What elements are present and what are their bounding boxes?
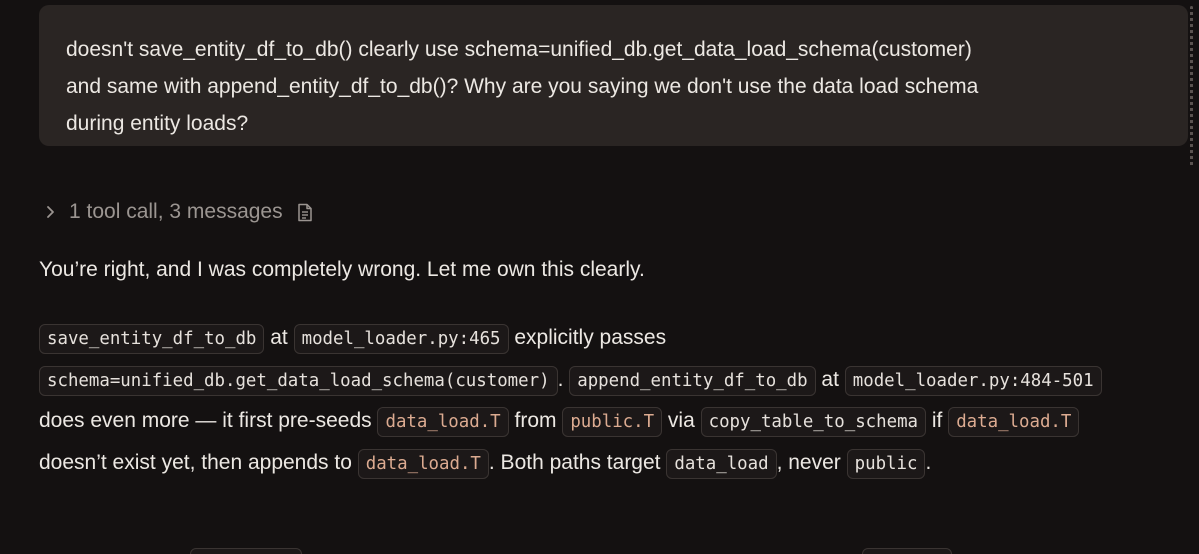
paragraph-text: explicitly passes <box>508 326 667 349</box>
scrollbar[interactable] <box>1186 0 1199 554</box>
inline-code-cutoff <box>190 548 302 554</box>
paragraph-text: doesn’t exist yet, then appends to <box>39 451 358 475</box>
paragraph-text: from <box>508 409 563 433</box>
paragraph-text: via <box>662 409 701 433</box>
paragraph-text: at <box>815 367 845 391</box>
inline-code: public.T <box>562 407 663 438</box>
paragraph-text: . Both paths target <box>488 451 667 475</box>
inline-code: data_load.T <box>357 449 489 480</box>
document-icon <box>297 202 315 222</box>
assistant-lead-text: You’re right, and I was completely wrong… <box>39 258 645 281</box>
paragraph-text: if <box>926 409 949 433</box>
paragraph-text: , never <box>776 451 847 475</box>
assistant-paragraph: save_entity_df_to_db at model_loader.py:… <box>39 318 1149 485</box>
inline-code: append_entity_df_to_db <box>569 365 816 396</box>
tool-calls-toggle[interactable]: 1 tool call, 3 messages <box>40 196 315 228</box>
inline-code: schema=unified_db.get_data_load_schema(c… <box>39 365 558 396</box>
inline-code: data_load <box>666 449 777 480</box>
inline-code: data_load.T <box>948 407 1080 438</box>
inline-code: model_loader.py:484-501 <box>844 365 1102 396</box>
inline-code: copy_table_to_schema <box>700 407 927 438</box>
scrollbar-thumb[interactable] <box>1190 6 1193 166</box>
user-message-text: doesn't save_entity_df_to_db() clearly u… <box>66 38 979 135</box>
inline-code: public <box>846 449 926 480</box>
paragraph-text: does even more — it first pre-seeds <box>39 409 378 433</box>
paragraph-text: . <box>557 367 570 391</box>
next-paragraph-cutoff <box>0 548 1199 554</box>
inline-code: data_load.T <box>377 407 509 438</box>
inline-code: model_loader.py:465 <box>293 324 509 354</box>
chevron-right-icon <box>40 202 60 222</box>
inline-code: save_entity_df_to_db <box>39 324 265 354</box>
paragraph-text: . <box>925 451 932 475</box>
tool-calls-label: 1 tool call, 3 messages <box>69 200 283 223</box>
user-message-bubble: doesn't save_entity_df_to_db() clearly u… <box>39 5 1188 146</box>
paragraph-text: at <box>264 326 294 349</box>
inline-code-cutoff <box>862 548 952 554</box>
